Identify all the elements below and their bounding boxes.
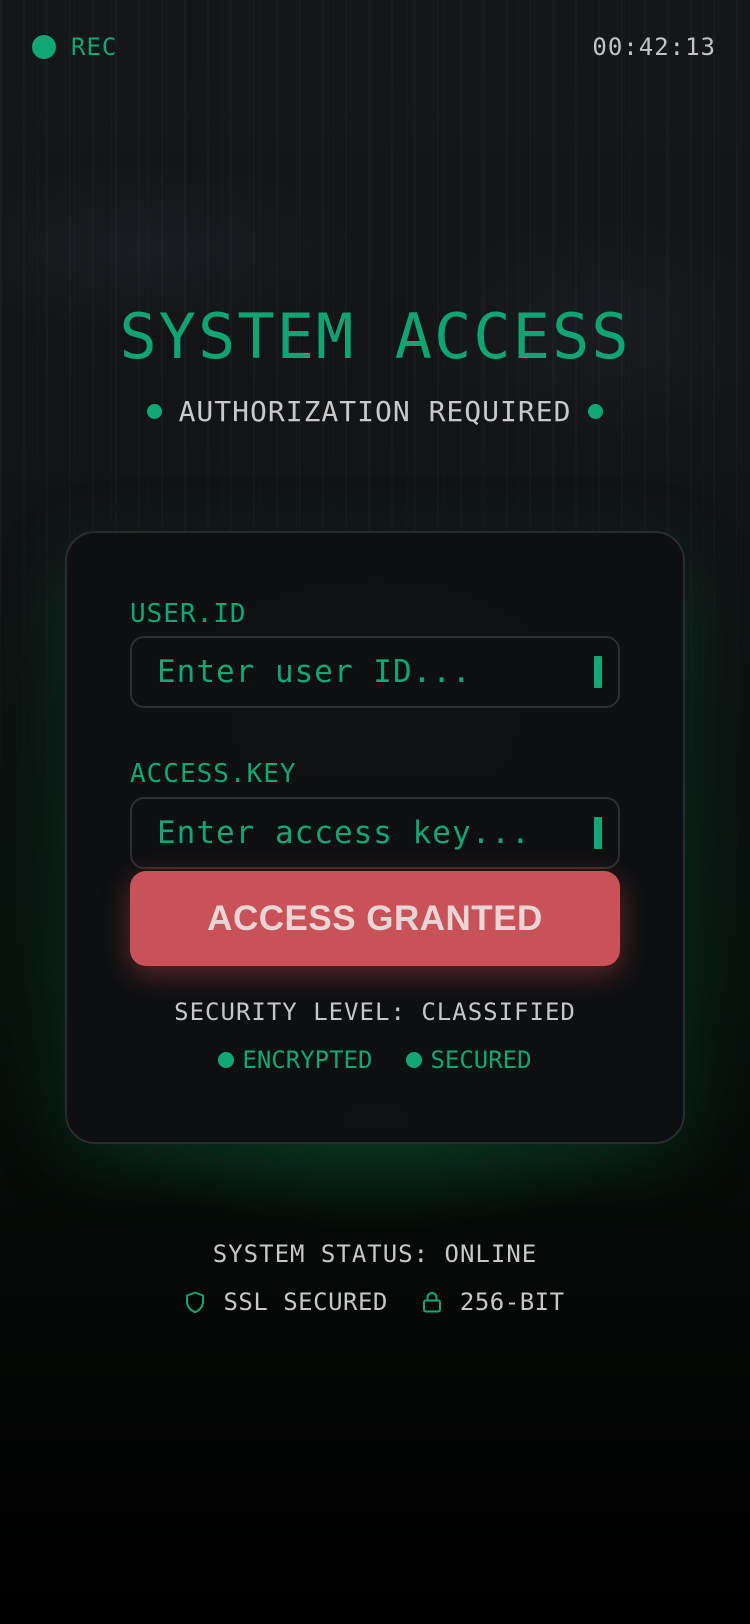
system-status-text: SYSTEM STATUS: ONLINE — [212, 1240, 538, 1268]
user-id-label: USER.ID — [130, 599, 247, 629]
page-title: SYSTEM ACCESS — [119, 300, 631, 373]
left-dot-icon — [146, 404, 162, 419]
encrypted-badge: ENCRYPTED — [218, 1046, 372, 1074]
access-key-field-wrapper[interactable] — [130, 797, 620, 869]
security-badges: ENCRYPTED SECURED — [0, 1046, 750, 1074]
secured-badge: SECURED — [406, 1046, 532, 1074]
cursor-block-icon — [594, 656, 602, 688]
right-dot-icon — [588, 404, 604, 419]
ssl-label: SSL SECURED — [223, 1288, 388, 1316]
status-dot-icon — [406, 1052, 423, 1068]
secured-badge-label: SECURED — [430, 1046, 532, 1074]
subtitle-text: AUTHORIZATION REQUIRED — [178, 395, 572, 428]
access-key-label: ACCESS.KEY — [130, 759, 297, 789]
cursor-block-icon — [594, 817, 602, 849]
rec-label: REC — [71, 33, 118, 61]
session-timer: 00:42:13 — [592, 33, 716, 61]
encrypted-badge-label: ENCRYPTED — [242, 1046, 373, 1074]
ssl-badge: SSL SECURED — [185, 1288, 387, 1316]
access-granted-button[interactable]: ACCESS GRANTED — [130, 871, 620, 966]
status-dot-icon — [218, 1052, 235, 1068]
user-id-field-wrapper[interactable] — [130, 636, 620, 708]
shield-icon — [186, 1291, 205, 1313]
page-subtitle: AUTHORIZATION REQUIRED — [0, 395, 750, 428]
footer-badges: SSL SECURED 256-BIT — [0, 1288, 750, 1316]
lock-icon — [422, 1291, 441, 1313]
encryption-badge: 256-BIT — [422, 1288, 565, 1316]
record-dot-icon — [32, 35, 56, 59]
recording-indicator: REC — [32, 33, 117, 61]
access-key-input[interactable] — [132, 815, 594, 851]
security-level-text: SECURITY LEVEL: CLASSIFIED — [174, 998, 576, 1026]
encryption-label: 256-BIT — [459, 1288, 565, 1316]
user-id-input[interactable] — [132, 654, 594, 690]
